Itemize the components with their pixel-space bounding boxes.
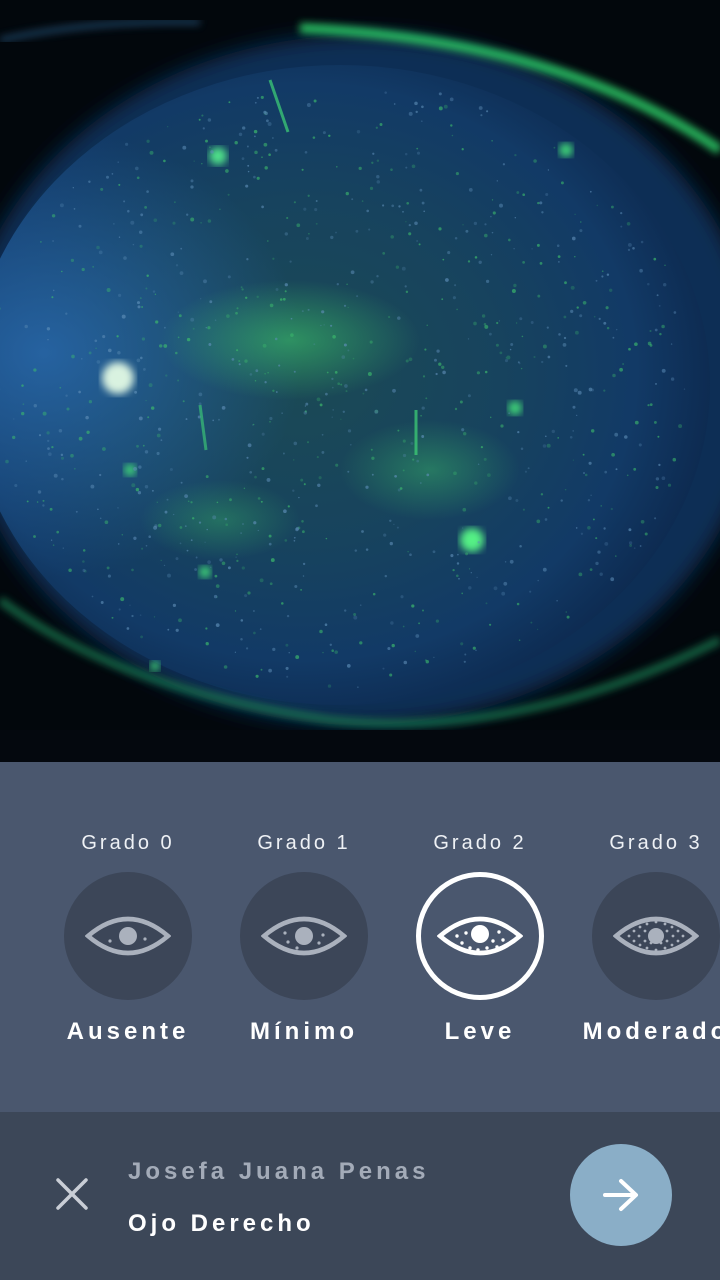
cornea-image — [0, 0, 720, 762]
eye-dots-icon — [437, 916, 523, 956]
next-button[interactable] — [570, 1144, 672, 1246]
eye-photo — [0, 0, 720, 762]
grade-number-label: Grado 3 — [609, 832, 703, 854]
close-button[interactable] — [50, 1172, 94, 1216]
grade-number-label: Grado 2 — [433, 832, 527, 854]
grade-button-1[interactable] — [240, 872, 368, 1000]
grade-name-label: Moderado — [582, 1018, 720, 1045]
grade-number-label: Grado 1 — [257, 832, 351, 854]
eye-side-label: Ojo Derecho — [128, 1210, 315, 1237]
eye-many-dots-icon — [613, 916, 699, 956]
arrow-right-icon — [603, 1179, 638, 1211]
patient-name: Josefa Juana Penas — [128, 1158, 430, 1185]
eye-icon — [85, 916, 171, 956]
footer-bar: Josefa Juana Penas Ojo Derecho — [0, 1112, 720, 1280]
close-icon — [56, 1178, 88, 1210]
grade-button-2-selected[interactable] — [416, 872, 544, 1000]
grade-button-3[interactable] — [592, 872, 720, 1000]
eye-few-dots-icon — [261, 916, 347, 956]
grade-selector: Grado 0 Ausente Grado 1 Mínimo Grado 2 L… — [0, 762, 720, 1112]
grade-number-label: Grado 0 — [81, 832, 175, 854]
grade-button-0[interactable] — [64, 872, 192, 1000]
